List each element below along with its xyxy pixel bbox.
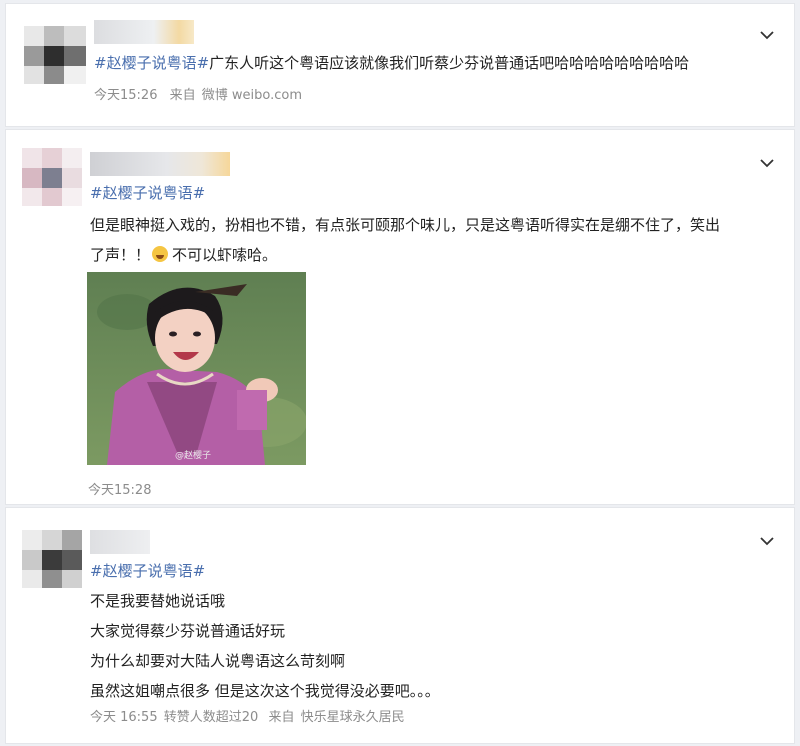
post-text-line-3: 为什么却要对大陆人说粤语这么苛刻啊 <box>90 652 346 670</box>
post-image[interactable]: @赵樱子 <box>87 272 306 465</box>
post-meta: 今天15:26 来自 微博 weibo.com <box>94 84 304 103</box>
repost-count[interactable]: 转赞人数超过20 <box>164 710 259 725</box>
avatar[interactable] <box>22 530 82 588</box>
avatar[interactable] <box>22 148 82 206</box>
username-blurred[interactable] <box>94 20 194 44</box>
post-time[interactable]: 今天15:28 <box>88 479 151 498</box>
hashtag-link[interactable]: #赵樱子说粤语# <box>94 54 209 72</box>
post-time[interactable]: 今天 16:55 <box>90 710 158 725</box>
post-card-2: #赵樱子说粤语# 但是眼神挺入戏的，扮相也不错，有点张可颐那个味儿，只是这粤语听… <box>5 129 795 505</box>
post-text-line-4: 虽然这姐嘲点很多 但是这次这个我觉得没必要吧。。。 <box>90 682 440 700</box>
username-blurred[interactable] <box>90 152 230 176</box>
post-text-line-1: 不是我要替她说话哦 <box>90 592 226 610</box>
post-text-line-2: 了声！！ 不可以虾嗦哈。 <box>90 246 278 264</box>
post-card-1: #赵樱子说粤语#广东人听这个粤语应该就像我们听蔡少芬说普通话吧哈哈哈哈哈哈哈哈哈… <box>5 3 795 127</box>
image-watermark: @赵樱子 <box>175 451 212 461</box>
hashtag-link[interactable]: #赵樱子说粤语# <box>90 560 205 581</box>
source-label: 微博 weibo.com <box>201 88 303 103</box>
post-text-line-2: 大家觉得蔡少芬说普通话好玩 <box>90 622 286 640</box>
post-image-photo <box>87 272 306 465</box>
post-text: #赵樱子说粤语#广东人听这个粤语应该就像我们听蔡少芬说普通话吧哈哈哈哈哈哈哈哈哈 <box>94 54 690 72</box>
chevron-down-icon[interactable] <box>758 26 776 44</box>
chevron-down-icon[interactable] <box>758 532 776 550</box>
post-time[interactable]: 今天15:26 <box>94 88 157 103</box>
source-prefix: 来自 <box>268 710 295 725</box>
source-prefix: 来自 <box>169 88 196 103</box>
post-meta: 今天 16:55 转赞人数超过20 来自 快乐星球永久居民 <box>90 706 407 725</box>
post-card-3: #赵樱子说粤语# 不是我要替她说话哦 大家觉得蔡少芬说普通话好玩 为什么却要对大… <box>5 507 795 744</box>
laughing-tears-emoji-icon <box>152 246 169 262</box>
avatar[interactable] <box>24 26 86 84</box>
username-blurred[interactable] <box>90 530 150 554</box>
chevron-down-icon[interactable] <box>758 154 776 172</box>
post-text-line-1: 但是眼神挺入戏的，扮相也不错，有点张可颐那个味儿，只是这粤语听得实在是绷不住了，… <box>90 216 721 234</box>
hashtag-link[interactable]: #赵樱子说粤语# <box>90 182 205 203</box>
source-label: 快乐星球永久居民 <box>300 710 405 725</box>
